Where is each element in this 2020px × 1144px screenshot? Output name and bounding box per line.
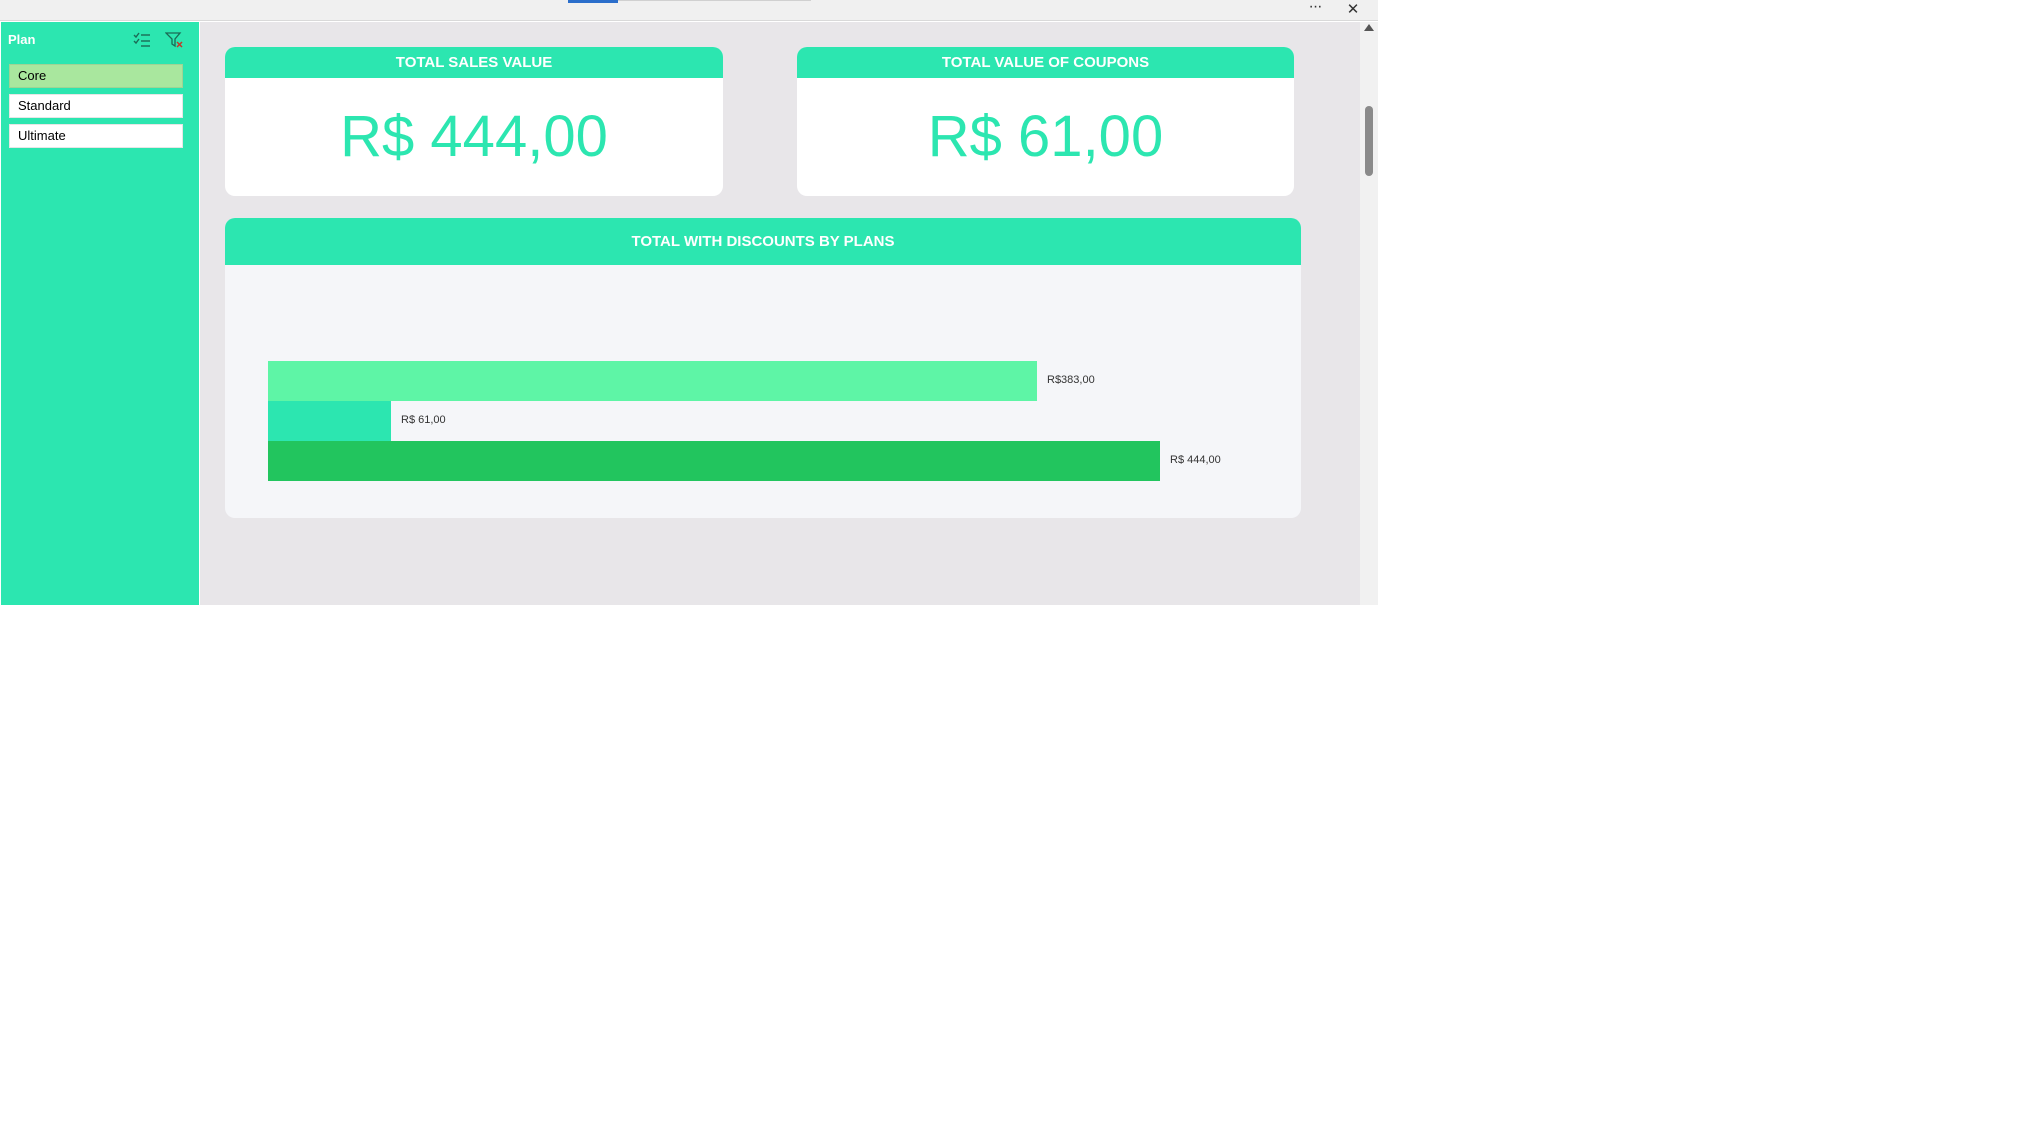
kpi-value: R$ 444,00	[340, 104, 608, 169]
bar[interactable]	[268, 361, 1037, 401]
clear-filter-icon[interactable]	[165, 31, 183, 49]
slicer-item[interactable]: Ultimate	[9, 124, 183, 148]
kpi-value: R$ 61,00	[927, 104, 1164, 169]
data-label: R$383,00	[1047, 374, 1095, 386]
chart-title: TOTAL WITH DISCOUNTS BY PLANS	[225, 218, 1301, 265]
report-canvas: TOTAL SALES VALUE R$ 444,00 TOTAL VALUE …	[200, 22, 1360, 605]
slicer-title: Plan	[8, 32, 36, 47]
slicer-item[interactable]: Core	[9, 64, 183, 88]
tab-track	[618, 0, 811, 1]
slicer-item[interactable]: Standard	[9, 94, 183, 118]
data-label: R$ 444,00	[1170, 454, 1221, 466]
active-tab-indicator[interactable]	[568, 0, 618, 3]
ellipsis-icon[interactable]: ···	[1304, 0, 1326, 20]
multi-select-icon[interactable]	[133, 31, 151, 49]
vertical-scrollbar[interactable]	[1360, 22, 1378, 605]
data-label: R$ 61,00	[401, 414, 446, 426]
close-icon[interactable]: ✕	[1342, 0, 1364, 20]
scroll-up-arrow-icon[interactable]	[1364, 24, 1374, 31]
bar[interactable]	[268, 441, 1160, 481]
scrollbar-thumb[interactable]	[1365, 106, 1373, 176]
bar[interactable]	[268, 401, 391, 441]
plan-slicer: Plan Core Standard Ultimate	[1, 22, 199, 605]
kpi-card-total-coupons: TOTAL VALUE OF COUPONS R$ 61,00	[797, 47, 1294, 196]
window-top-bar: ··· ✕	[0, 0, 1378, 21]
kpi-card-total-sales: TOTAL SALES VALUE R$ 444,00	[225, 47, 723, 196]
discounts-chart-card: TOTAL WITH DISCOUNTS BY PLANS R$383,00 R$…	[225, 218, 1301, 518]
kpi-title: TOTAL VALUE OF COUPONS	[797, 47, 1294, 78]
kpi-title: TOTAL SALES VALUE	[225, 47, 723, 78]
